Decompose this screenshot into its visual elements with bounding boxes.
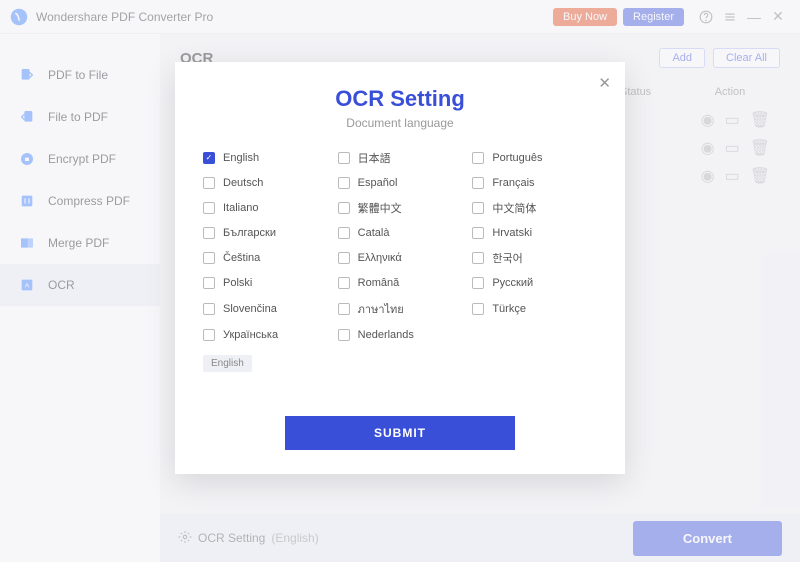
checkbox-icon — [203, 227, 215, 239]
checkbox-icon — [472, 277, 484, 289]
checkbox-icon — [472, 177, 484, 189]
language-option[interactable]: English — [203, 150, 328, 166]
checkbox-icon — [472, 227, 484, 239]
ocr-setting-modal: ✕ OCR Setting Document language English 日… — [175, 62, 625, 474]
close-icon[interactable]: ✕ — [598, 74, 611, 92]
checkbox-icon — [472, 252, 484, 264]
language-label: 한국어 — [492, 250, 522, 266]
checkbox-icon — [338, 152, 350, 164]
language-label: Français — [492, 177, 534, 189]
language-label: 繁體中文 — [358, 200, 402, 216]
checkbox-icon — [203, 329, 215, 341]
language-option[interactable]: Polski — [203, 277, 328, 289]
language-label: Nederlands — [358, 329, 414, 341]
language-option[interactable]: Español — [338, 177, 463, 189]
checkbox-icon — [338, 252, 350, 264]
submit-button[interactable]: SUBMIT — [285, 416, 515, 450]
language-option[interactable]: Български — [203, 227, 328, 239]
checkbox-icon — [203, 303, 215, 315]
language-label: Українська — [223, 329, 278, 341]
checkbox-icon — [472, 202, 484, 214]
language-label: Português — [492, 152, 542, 164]
language-option[interactable]: 日本語 — [338, 150, 463, 166]
language-label: Italiano — [223, 202, 258, 214]
checkbox-icon — [203, 177, 215, 189]
language-label: Čeština — [223, 252, 260, 264]
language-label: Türkçe — [492, 303, 526, 315]
language-option[interactable]: 한국어 — [472, 250, 597, 266]
language-option[interactable]: Deutsch — [203, 177, 328, 189]
language-label: Български — [223, 227, 276, 239]
modal-subtitle: Document language — [203, 116, 597, 130]
checkbox-icon — [203, 252, 215, 264]
language-option[interactable]: Italiano — [203, 200, 328, 216]
language-label: English — [223, 152, 259, 164]
modal-title: OCR Setting — [203, 86, 597, 112]
language-option[interactable]: Português — [472, 150, 597, 166]
modal-overlay: ✕ OCR Setting Document language English 日… — [0, 0, 800, 562]
language-label: Română — [358, 277, 400, 289]
checkbox-icon — [338, 177, 350, 189]
checkbox-icon — [203, 152, 215, 164]
language-label: Русский — [492, 277, 533, 289]
language-option[interactable]: Català — [338, 227, 463, 239]
language-option[interactable]: Ελληνικά — [338, 250, 463, 266]
language-option[interactable]: ภาษาไทย — [338, 300, 463, 318]
language-label: Slovenčina — [223, 303, 277, 315]
language-label: Hrvatski — [492, 227, 532, 239]
selected-language-pill: English — [203, 355, 252, 372]
language-option[interactable]: Türkçe — [472, 300, 597, 318]
language-option[interactable]: Čeština — [203, 250, 328, 266]
language-label: Deutsch — [223, 177, 263, 189]
language-option[interactable]: Română — [338, 277, 463, 289]
checkbox-icon — [338, 277, 350, 289]
checkbox-icon — [472, 152, 484, 164]
language-label: ภาษาไทย — [358, 300, 404, 318]
language-option[interactable]: Hrvatski — [472, 227, 597, 239]
checkbox-icon — [338, 303, 350, 315]
language-label: 中文简体 — [492, 200, 536, 216]
checkbox-icon — [472, 303, 484, 315]
language-option[interactable]: Nederlands — [338, 329, 463, 341]
language-label: 日本語 — [358, 150, 391, 166]
language-grid: English 日本語 Português Deutsch Español Françai… — [203, 150, 597, 341]
checkbox-icon — [203, 277, 215, 289]
checkbox-icon — [203, 202, 215, 214]
language-option[interactable]: Français — [472, 177, 597, 189]
checkbox-icon — [338, 227, 350, 239]
language-label: Español — [358, 177, 398, 189]
language-label: Ελληνικά — [358, 252, 402, 264]
language-option[interactable]: 繁體中文 — [338, 200, 463, 216]
language-option[interactable]: Українська — [203, 329, 328, 341]
language-label: Català — [358, 227, 390, 239]
language-option[interactable]: Русский — [472, 277, 597, 289]
checkbox-icon — [338, 329, 350, 341]
language-option[interactable]: Slovenčina — [203, 300, 328, 318]
checkbox-icon — [338, 202, 350, 214]
language-label: Polski — [223, 277, 252, 289]
language-option[interactable]: 中文简体 — [472, 200, 597, 216]
